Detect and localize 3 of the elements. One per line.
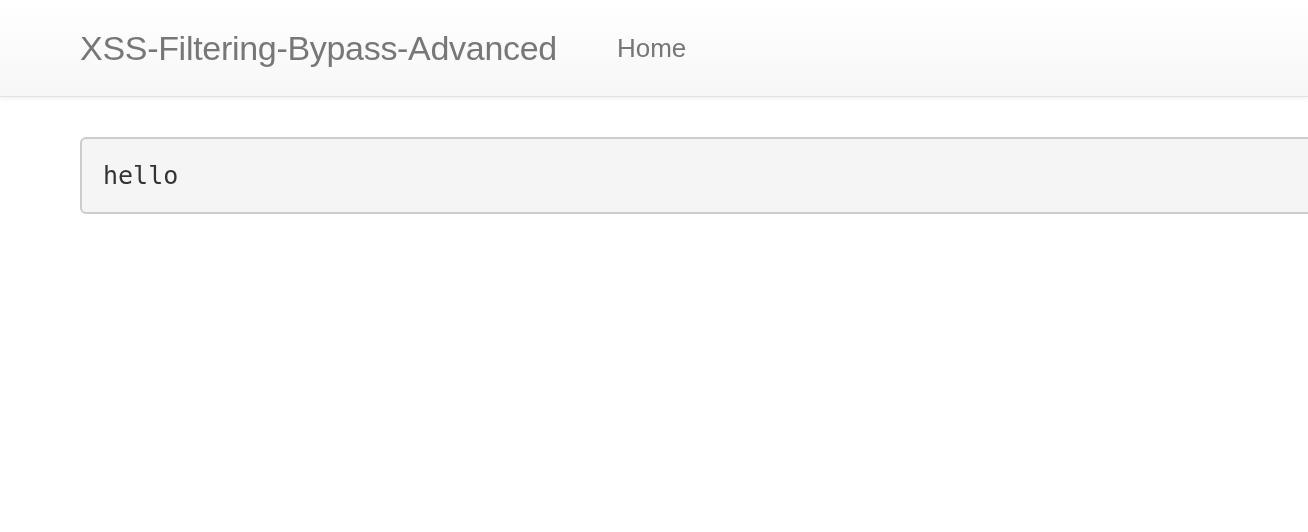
- output-block: hello: [80, 137, 1308, 214]
- nav-link[interactable]: Home: [616, 32, 687, 64]
- brand-link[interactable]: XSS-Filtering-Bypass-Advanced: [80, 28, 557, 68]
